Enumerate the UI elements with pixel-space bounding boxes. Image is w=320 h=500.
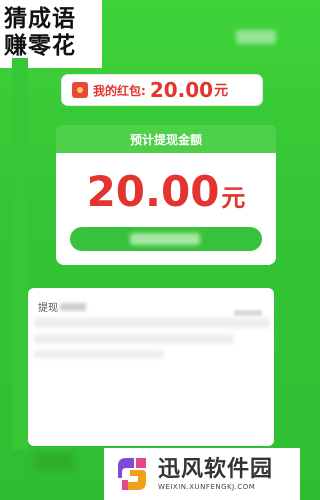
withdraw-amount-card: 预计提现金额 20.00元 [56,125,276,265]
banner-line-2: 赚零花 [4,33,76,59]
withdraw-amount-value: 20.00 [86,167,220,216]
banner-line-1: 猜成语 [4,6,76,32]
withdraw-button[interactable] [70,227,262,251]
blurred-bottom-element [34,452,74,472]
red-packet-balance-bar: 我的红包: 20.00 元 [62,75,262,105]
blurred-record-line [34,350,164,358]
withdraw-amount: 20.00元 [56,167,276,216]
withdraw-card-header: 预计提现金额 [56,125,276,153]
watermark-title: 迅风软件园 [158,457,274,482]
withdraw-records-card: 提现 [28,288,274,446]
withdraw-amount-unit: 元 [221,184,246,212]
site-watermark: 迅风软件园 WEIXIN.XUNFENGKJ.COM [104,448,300,500]
red-packet-unit: 元 [214,83,229,99]
red-packet-icon [72,82,88,98]
red-packet-amount: 20.00 [149,78,214,102]
xunfeng-logo-icon [112,454,152,494]
blurred-date [234,310,262,316]
blurred-record-line [34,318,270,328]
blurred-button-label [130,233,200,245]
watermark-url: WEIXIN.XUNFENGKJ.COM [158,483,256,491]
blurred-title-text [60,302,86,311]
frame-edge [12,58,28,450]
blurred-record-line [34,334,234,344]
red-packet-label: 我的红包: [93,83,146,98]
blurred-top-text [236,30,276,44]
records-title: 提现 [38,303,58,314]
